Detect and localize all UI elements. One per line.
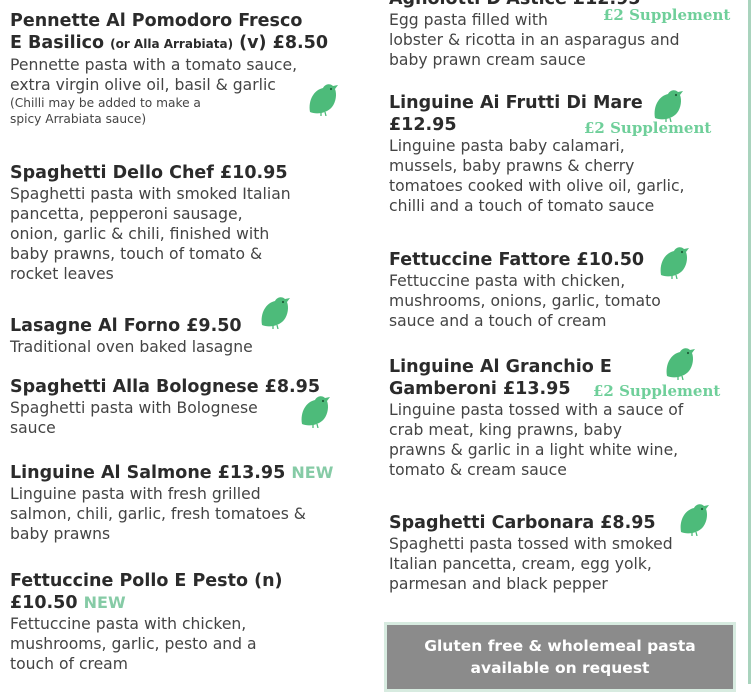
menu-item-frutti-di-mare: Linguine Ai Frutti Di Mare £12.95 Lingui… — [389, 92, 737, 216]
item-description: tomatoes cooked with olive oil, garlic, — [389, 177, 685, 195]
notice-line: available on request — [470, 659, 650, 677]
item-description: lobster & ricotta in an asparagus and — [389, 31, 680, 49]
item-description: chilli and a touch of tomato sauce — [389, 197, 655, 215]
supplement-label: £2 Supplement — [593, 382, 721, 400]
bird-icon — [258, 295, 294, 329]
menu-item-agnolotti: Agnolotti D'Astice £12.95 Egg pasta fill… — [389, 0, 737, 70]
menu-item-spaghetti-chef: Spaghetti Dello Chef £10.95 Spaghetti pa… — [10, 162, 362, 284]
menu-item-pollo-pesto: Fettuccine Pollo E Pesto (n) £10.50 NEW … — [10, 570, 362, 674]
item-description: salmon, chili, garlic, fresh tomatoes & — [10, 505, 306, 523]
item-description: mushrooms, onions, garlic, tomato — [389, 292, 661, 310]
menu-item-fattore: Fettuccine Fattore £10.50 Fettuccine pas… — [389, 249, 737, 331]
item-description: rocket leaves — [10, 265, 114, 283]
item-title: Fettuccine Pollo E Pesto (n) — [10, 571, 283, 591]
item-description: mushrooms, garlic, pesto and a — [10, 635, 257, 653]
right-border-rule — [748, 0, 751, 684]
menu-item-granchio: Linguine Al Granchio E Gamberoni £13.95 … — [389, 356, 737, 480]
item-description: parmesan and black pepper — [389, 575, 608, 593]
item-description: Italian pancetta, cream, egg yolk, — [389, 555, 652, 573]
item-description: tomato & cream sauce — [389, 461, 567, 479]
menu-item-lasagne: Lasagne Al Forno £9.50 Traditional oven … — [10, 315, 362, 357]
item-description: Spaghetti pasta tossed with smoked — [389, 535, 673, 553]
bird-icon — [663, 346, 699, 380]
item-description: baby prawns, touch of tomato & — [10, 245, 263, 263]
item-description: prawns & garlic in a light white wine, — [389, 441, 679, 459]
item-description: Fettuccine pasta with chicken, — [10, 615, 247, 633]
item-title: Linguine Al Salmone £13.95 NEW — [10, 463, 334, 483]
item-description: pancetta, pepperoni sausage, — [10, 205, 243, 223]
gluten-free-notice: Gluten free & wholemeal pasta available … — [384, 622, 736, 692]
item-description: baby prawns — [10, 525, 111, 543]
item-description: Linguine pasta tossed with a sauce of — [389, 401, 684, 419]
new-badge: NEW — [291, 463, 334, 482]
item-title: Pennette Al Pomodoro Fresco — [10, 11, 303, 31]
item-description: sauce and a touch of cream — [389, 312, 607, 330]
notice-line: Gluten free & wholemeal pasta — [424, 637, 696, 655]
item-description: crab meat, king prawns, baby — [389, 421, 622, 439]
menu-item-pennette: Pennette Al Pomodoro Fresco E Basilico (… — [10, 10, 362, 127]
item-description: Spaghetti pasta with smoked Italian — [10, 185, 291, 203]
bird-icon — [677, 502, 713, 536]
item-description: mussels, baby prawns & cherry — [389, 157, 635, 175]
bird-icon — [306, 82, 342, 116]
supplement-label: £2 Supplement — [603, 6, 731, 24]
supplement-label: £2 Supplement — [584, 119, 712, 137]
bird-icon — [298, 394, 334, 428]
bird-icon — [651, 88, 687, 122]
item-description: Traditional oven baked lasagne — [10, 338, 253, 356]
item-title: Spaghetti Dello Chef £10.95 — [10, 163, 288, 183]
menu-item-bolognese: Spaghetti Alla Bolognese £8.95 Spaghetti… — [10, 376, 362, 438]
item-description: Pennette pasta with a tomato sauce, — [10, 56, 298, 74]
new-badge: NEW — [83, 593, 126, 612]
item-description: touch of cream — [10, 655, 128, 673]
item-description: Linguine pasta with fresh grilled — [10, 485, 261, 503]
bird-icon — [657, 245, 693, 279]
item-title: Lasagne Al Forno £9.50 — [10, 316, 242, 336]
item-description: onion, garlic & chili, finished with — [10, 225, 270, 243]
item-description: baby prawn cream sauce — [389, 51, 586, 69]
item-description: Linguine pasta baby calamari, — [389, 137, 625, 155]
menu-item-carbonara: Spaghetti Carbonara £8.95 Spaghetti past… — [389, 512, 737, 594]
menu-item-salmone: Linguine Al Salmone £13.95 NEW Linguine … — [10, 462, 362, 544]
item-title-line2: E Basilico (or Alla Arrabiata) (v) £8.50 — [10, 33, 329, 53]
item-title-line2: £10.50 NEW — [10, 593, 126, 613]
